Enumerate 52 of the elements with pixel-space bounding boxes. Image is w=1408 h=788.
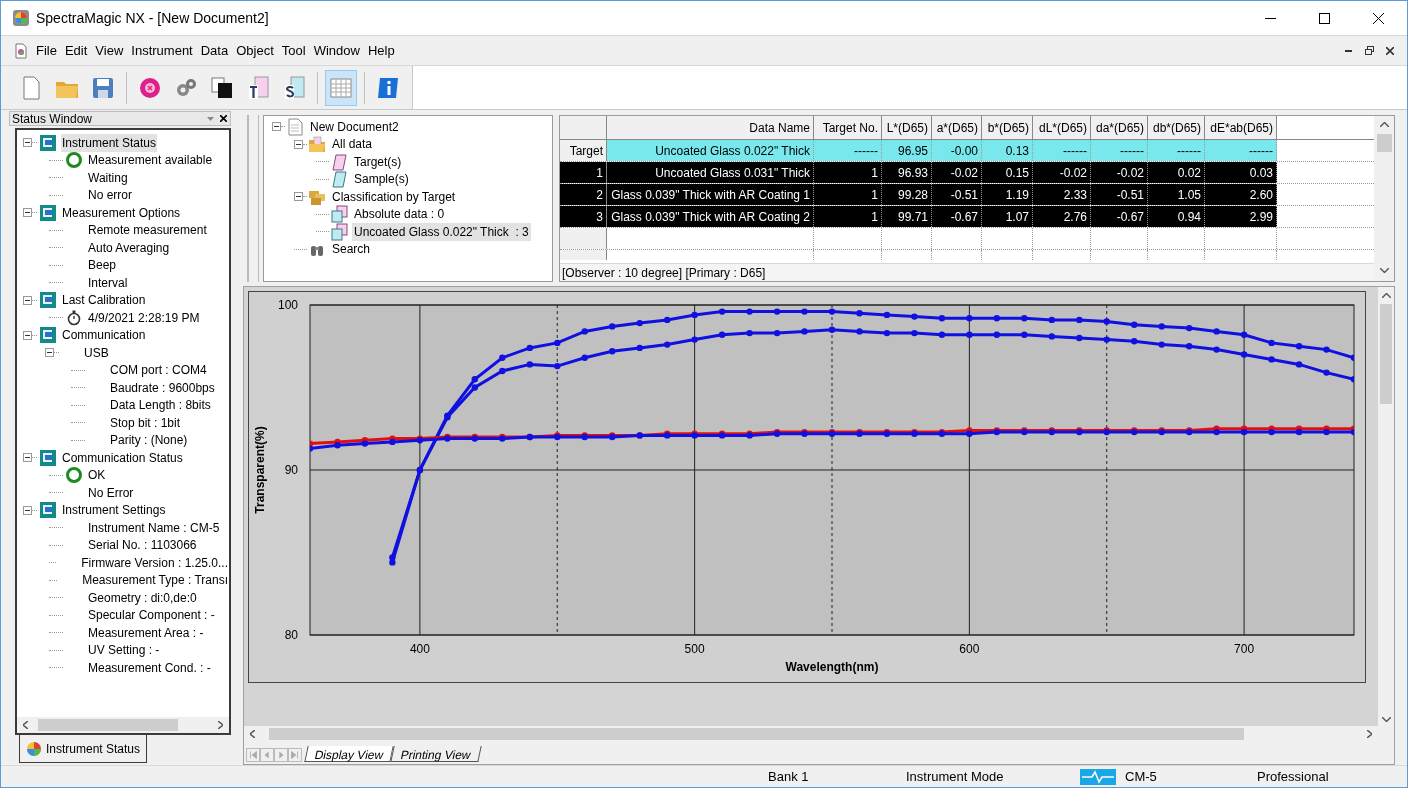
x-tick-label: 600 [959, 642, 980, 656]
table-cell: 2.60 [1205, 184, 1277, 205]
table-cell: -0.02 [932, 162, 982, 183]
table-cell: -0.67 [1091, 206, 1148, 227]
table-footer-text: [Observer : 10 degree] [Primary : D65] [560, 263, 1374, 281]
table-cell: 0.94 [1148, 206, 1205, 227]
table-cell: ------ [1148, 140, 1205, 161]
table-cell: 96.95 [882, 140, 932, 161]
table-cell: ------ [1091, 140, 1148, 161]
table-cell: 1.19 [982, 184, 1033, 205]
table-cell: 0.03 [1205, 162, 1277, 183]
table-cell: -0.02 [1091, 162, 1148, 183]
status-bar-text: Professional [1257, 767, 1329, 786]
table-cell: Uncoated Glass 0.022" Thick [607, 140, 814, 161]
table-cell: 2.99 [1205, 206, 1277, 227]
table-cell: 2.33 [1033, 184, 1091, 205]
table-cell: 2.76 [1033, 206, 1091, 227]
table-cell: 99.28 [882, 184, 932, 205]
status-bar-text: CM-5 [1125, 767, 1158, 786]
window-title: SpectraMagic NX - [New Document2] [36, 8, 269, 28]
y-tick-label: 90 [284, 463, 298, 477]
table-cell: Glass 0.039" Thick with AR Coating 1 [607, 184, 814, 205]
table-cell: 0.02 [1148, 162, 1205, 183]
table-cell: 1 [814, 206, 882, 227]
table-cell: 96.93 [882, 162, 932, 183]
y-axis-title: Transparent(%) [253, 426, 267, 514]
status-bar-text: Instrument Mode [906, 767, 1005, 786]
x-tick-label: 400 [409, 642, 430, 656]
table-cell: 1.05 [1148, 184, 1205, 205]
table-cell: ------ [814, 140, 882, 161]
y-tick-label: 100 [277, 298, 298, 312]
table-cell: 1.07 [982, 206, 1033, 227]
table-cell: Glass 0.039" Thick with AR Coating 2 [607, 206, 814, 227]
table-cell: -0.51 [932, 184, 982, 205]
table-cell: -0.02 [1033, 162, 1091, 183]
x-tick-label: 700 [1234, 642, 1255, 656]
table-cell: -0.00 [932, 140, 982, 161]
y-tick-label: 80 [284, 628, 298, 642]
table-cell: -0.51 [1091, 184, 1148, 205]
table-cell: 0.15 [982, 162, 1033, 183]
status-bar-text: Bank 1 [768, 767, 810, 786]
x-tick-label: 500 [684, 642, 705, 656]
table-cell: ------ [1205, 140, 1277, 161]
table-cell: -0.67 [932, 206, 982, 227]
panel-title: Status Window [12, 110, 93, 128]
table-cell: 1 [814, 184, 882, 205]
table-cell: ------ [1033, 140, 1091, 161]
table-cell: 99.71 [882, 206, 932, 227]
table-cell: 0.13 [982, 140, 1033, 161]
table-cell: 1 [814, 162, 882, 183]
x-axis-title: Wavelength(nm) [785, 660, 879, 674]
table-cell: Uncoated Glass 0.031" Thick [607, 162, 814, 183]
